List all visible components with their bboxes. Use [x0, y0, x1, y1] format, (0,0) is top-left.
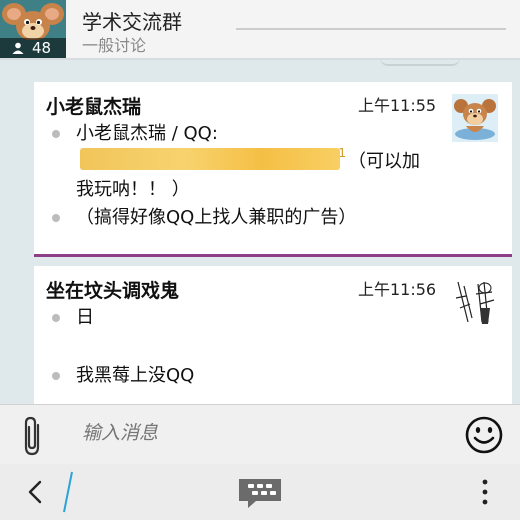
bullet	[52, 130, 60, 138]
message-input[interactable]	[80, 421, 424, 445]
paperclip-icon[interactable]	[18, 415, 48, 457]
message-composer	[0, 404, 520, 465]
more-vertical-icon[interactable]	[478, 476, 492, 508]
message-time: 上午11:55	[358, 96, 437, 115]
message-text: 我玩呐！！ ）	[76, 179, 190, 200]
message-card[interactable]: 坐在坟头调戏鬼 上午11:56 日 我黑莓上没QQ	[34, 266, 512, 404]
chat-subtitle: 一般讨论	[82, 36, 147, 55]
message-text: 我黑莓上没QQ	[76, 365, 195, 386]
back-chevron-icon[interactable]	[24, 478, 48, 506]
message-text: 小老鼠杰瑞 / QQ:	[76, 123, 218, 144]
sketch-figure-avatar[interactable]	[452, 278, 498, 326]
redacted-qq-number: 1	[80, 146, 346, 170]
pull-indicator	[380, 58, 460, 66]
sender-name[interactable]: 小老鼠杰瑞	[46, 92, 141, 119]
chat-header: 48 学术交流群 一般讨论	[0, 0, 520, 60]
message-card[interactable]: 小老鼠杰瑞 上午11:55 小老鼠杰瑞 / QQ: 1 （可以加 我玩呐！！ ）…	[34, 82, 512, 257]
divider-slash	[63, 471, 73, 513]
header-divider	[236, 28, 506, 30]
member-count-badge: 48	[0, 38, 66, 58]
smiley-icon[interactable]	[464, 415, 504, 455]
bullet	[52, 372, 60, 380]
person-icon	[12, 42, 24, 54]
chat-title[interactable]: 学术交流群	[82, 6, 182, 35]
group-avatar[interactable]: 48	[0, 0, 66, 58]
bullet	[52, 314, 60, 322]
bbm-icon[interactable]	[236, 476, 284, 510]
message-time: 上午11:56	[358, 280, 437, 299]
message-text: 日	[76, 307, 94, 328]
bullet	[52, 214, 60, 222]
member-count: 48	[32, 39, 52, 57]
jerry-mouse-avatar[interactable]	[452, 94, 498, 142]
jerry-mouse-icon	[2, 3, 64, 40]
action-bar	[0, 464, 520, 520]
sender-name[interactable]: 坐在坟头调戏鬼	[46, 276, 179, 303]
message-text: （可以加	[348, 151, 420, 172]
message-text: （搞得好像QQ上找人兼职的广告）	[76, 207, 357, 228]
